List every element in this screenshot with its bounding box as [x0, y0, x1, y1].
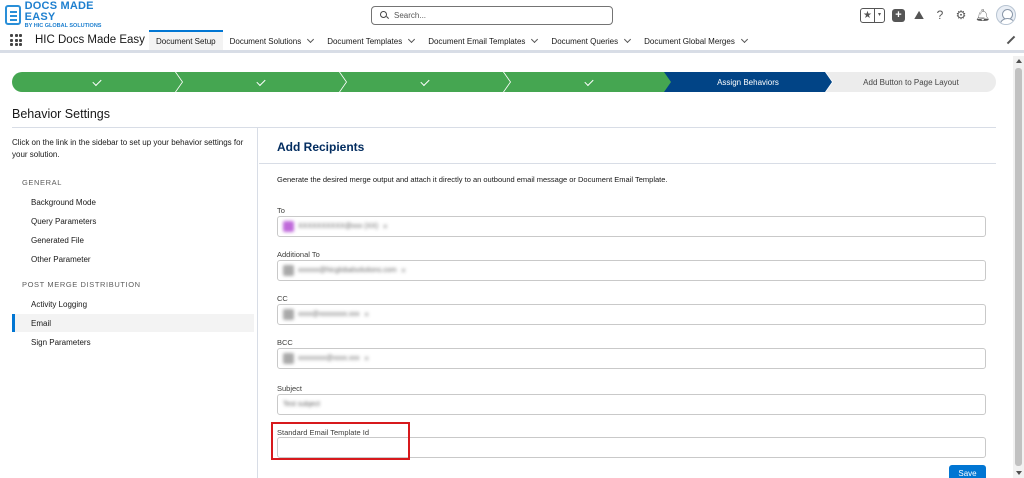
- scroll-down-arrow-icon[interactable]: [1016, 471, 1022, 475]
- path-step-1[interactable]: [12, 72, 182, 92]
- sidebar-item-activity-logging[interactable]: Activity Logging: [12, 295, 254, 313]
- sidebar-item-generated-file[interactable]: Generated File: [12, 231, 254, 249]
- search-icon: [380, 11, 389, 20]
- app-launcher-icon[interactable]: [10, 34, 22, 46]
- remove-pill-icon[interactable]: ✕: [364, 311, 370, 319]
- recipient-avatar-icon: [283, 265, 294, 276]
- path-step-4[interactable]: [504, 72, 674, 92]
- subject-field[interactable]: Test subject: [277, 394, 986, 415]
- recipient-avatar-icon: [283, 353, 294, 364]
- cc-field[interactable]: xxxx@xxxxxxxx.xxx ✕: [277, 304, 986, 325]
- recipient-avatar-icon: [283, 221, 294, 232]
- save-button[interactable]: Save: [949, 465, 986, 478]
- logo-subtitle: BY HIC GLOBAL SOLUTIONS: [24, 22, 102, 29]
- tab-document-templates[interactable]: Document Templates: [320, 30, 421, 50]
- remove-pill-icon[interactable]: ✕: [401, 267, 407, 275]
- nav-tabs: Document Setup Document Solutions Docume…: [149, 30, 754, 50]
- panel-divider: [259, 163, 996, 164]
- user-avatar[interactable]: [996, 5, 1016, 25]
- section-heading-post-merge: POST MERGE DISTRIBUTION: [22, 280, 141, 289]
- chevron-down-icon[interactable]: [408, 35, 416, 44]
- check-icon: [584, 76, 593, 85]
- page-scrollbar[interactable]: [1013, 56, 1024, 478]
- tab-document-email-templates[interactable]: Document Email Templates: [421, 30, 544, 50]
- global-header: DOCS MADE EASY BY HIC GLOBAL SOLUTIONS ★…: [0, 0, 1024, 30]
- behavior-sidebar: Click on the link in the sidebar to set …: [0, 128, 258, 478]
- path-step-assign-behaviors[interactable]: Assign Behaviors: [664, 72, 832, 92]
- help-icon[interactable]: ?: [933, 8, 947, 22]
- favorites-menu-caret-icon[interactable]: ▾: [875, 9, 884, 22]
- app-name: HIC Docs Made Easy: [35, 34, 145, 46]
- to-label: To: [277, 206, 285, 215]
- tab-document-setup[interactable]: Document Setup: [149, 30, 223, 50]
- highlight-box: [271, 422, 410, 460]
- chevron-down-icon[interactable]: [531, 35, 539, 44]
- sidebar-item-other-parameter[interactable]: Other Parameter: [12, 250, 254, 268]
- scroll-thumb[interactable]: [1015, 68, 1022, 466]
- path-step-add-button[interactable]: Add Button to Page Layout: [826, 72, 996, 92]
- panel-title: Add Recipients: [277, 140, 365, 154]
- path-step-2[interactable]: [176, 72, 346, 92]
- favorites-button[interactable]: ★ ▾: [860, 7, 885, 23]
- subject-label: Subject: [277, 384, 303, 393]
- check-icon: [92, 76, 101, 85]
- bcc-label: BCC: [277, 338, 293, 347]
- search-input[interactable]: [394, 11, 594, 20]
- sidebar-item-email[interactable]: Email: [12, 314, 254, 332]
- docs-made-easy-logo[interactable]: DOCS MADE EASY BY HIC GLOBAL SOLUTIONS: [5, 0, 117, 29]
- chevron-down-icon[interactable]: [624, 35, 632, 44]
- additional-to-field[interactable]: xxxxxx@hicglobalsolutions.com ✕: [277, 260, 986, 281]
- tab-document-queries[interactable]: Document Queries: [544, 30, 637, 50]
- setup-gear-icon[interactable]: ⚙: [954, 8, 968, 22]
- path-step-3[interactable]: [340, 72, 510, 92]
- sidebar-item-sign-parameters[interactable]: Sign Parameters: [12, 333, 254, 351]
- remove-pill-icon[interactable]: ✕: [364, 355, 370, 363]
- recipient-pill[interactable]: xxxxxxxx@xxxx.xxx ✕: [283, 352, 373, 365]
- chevron-down-icon[interactable]: [740, 35, 748, 44]
- notifications-bell-icon[interactable]: 🔔︎: [975, 8, 990, 22]
- app-nav-bar: HIC Docs Made Easy Document Setup Docume…: [0, 30, 1024, 53]
- panel-description: Generate the desired merge output and at…: [277, 175, 668, 184]
- global-add-icon[interactable]: +: [892, 8, 905, 22]
- edit-nav-pencil-icon[interactable]: [1007, 36, 1016, 45]
- favorites-star-icon[interactable]: ★: [861, 8, 875, 22]
- remove-pill-icon[interactable]: ✕: [382, 223, 388, 231]
- recipient-pill[interactable]: xxxxxx@hicglobalsolutions.com ✕: [283, 264, 410, 277]
- document-logo-icon: [5, 5, 21, 25]
- logo-title: DOCS MADE EASY: [24, 0, 94, 23]
- recipient-pill[interactable]: XXXXXXXXXX@xxx (XX) ✕: [283, 220, 392, 233]
- to-field[interactable]: XXXXXXXXXX@xxx (XX) ✕: [277, 216, 986, 237]
- sidebar-intro-text: Click on the link in the sidebar to set …: [12, 138, 244, 159]
- utility-icons: ★ ▾ + ⛰ ? ⚙ 🔔︎: [860, 4, 1016, 26]
- cc-label: CC: [277, 294, 288, 303]
- tab-document-solutions[interactable]: Document Solutions: [223, 30, 321, 50]
- trailhead-icon[interactable]: ⛰: [912, 8, 926, 22]
- sidebar-item-background-mode[interactable]: Background Mode: [12, 193, 254, 211]
- tab-document-global-merges[interactable]: Document Global Merges: [637, 30, 754, 50]
- subject-value: Test subject: [283, 401, 320, 408]
- check-icon: [256, 76, 265, 85]
- global-search[interactable]: [371, 6, 613, 25]
- add-recipients-panel: Add Recipients Generate the desired merg…: [259, 128, 996, 478]
- recipient-avatar-icon: [283, 309, 294, 320]
- check-icon: [420, 76, 429, 85]
- chevron-down-icon[interactable]: [307, 35, 315, 44]
- setup-path: Assign Behaviors Add Button to Page Layo…: [12, 72, 996, 92]
- recipient-pill[interactable]: xxxx@xxxxxxxx.xxx ✕: [283, 308, 373, 321]
- scroll-up-arrow-icon[interactable]: [1016, 59, 1022, 63]
- bcc-field[interactable]: xxxxxxxx@xxxx.xxx ✕: [277, 348, 986, 369]
- additional-to-label: Additional To: [277, 250, 320, 259]
- sidebar-item-query-parameters[interactable]: Query Parameters: [12, 212, 254, 230]
- section-heading-general: GENERAL: [22, 178, 63, 187]
- page-title: Behavior Settings: [12, 107, 110, 121]
